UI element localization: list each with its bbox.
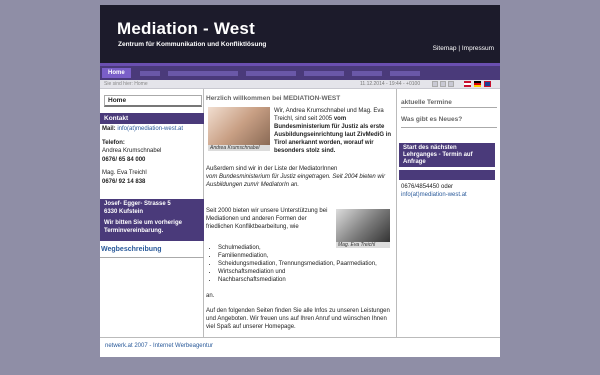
- status-bar: Sie sind hier: Home 11.12.2014 - 19:44 -…: [100, 80, 500, 89]
- list-item: Nachbarschaftsmediation: [218, 276, 398, 284]
- person1-name: Andrea Krumschnabel: [102, 148, 162, 154]
- site-header: Mediation - West Zentrum für Kommunikati…: [100, 5, 500, 63]
- main-nav: Home: [100, 63, 500, 80]
- main-content: Herzlich willkommen bei MEDIATION-WEST A…: [206, 89, 394, 337]
- sitemap-link[interactable]: Sitemap: [433, 45, 457, 52]
- breadcrumb: Sie sind hier: Home: [104, 81, 148, 87]
- left-sidebar: Home Kontakt Mail: info(at)mediation-wes…: [100, 89, 204, 337]
- mediator-list-text: Außerdem sind wir in der Liste der Media…: [206, 165, 394, 189]
- header-links: Sitemap | Impressum: [433, 45, 494, 52]
- nav-item-6[interactable]: [352, 71, 382, 76]
- list-item: Familienmediation,: [218, 252, 398, 260]
- right-sidebar: aktuelle Termine Was gibt es Neues? Star…: [396, 89, 500, 337]
- sidebar-home-link[interactable]: Home: [104, 95, 202, 107]
- photo-andrea-caption: Andrea Krumschnabel: [208, 145, 270, 151]
- person2-name: Mag. Eva Treichl: [102, 170, 147, 176]
- nav-item-2[interactable]: [140, 71, 160, 76]
- appointment-note: Wir bitten Sie um vorherige Terminverein…: [104, 220, 182, 234]
- datetime: 11.12.2014 - 19:44 - +0100: [360, 81, 421, 87]
- termine-heading: aktuelle Termine: [401, 99, 452, 106]
- news-heading: Was gibt es Neues?: [401, 116, 463, 123]
- print-icon[interactable]: [432, 81, 438, 87]
- divider: [401, 107, 497, 108]
- flag-uk-icon[interactable]: [484, 81, 491, 87]
- intro-text: Wir, Andrea Krumschnabel und Mag. Eva Tr…: [274, 107, 396, 155]
- right-phone: 0676/4854450 oder: [401, 184, 454, 190]
- mediator-list-italic: vom Bundesministerium für Justiz eingetr…: [206, 174, 386, 188]
- address-street: Josef- Egger- Strasse 5: [104, 201, 171, 207]
- page: Mediation - West Zentrum für Kommunikati…: [100, 5, 500, 357]
- directions-link[interactable]: Wegbeschreibung: [100, 245, 204, 258]
- mail-icon[interactable]: [440, 81, 446, 87]
- flag-de-icon[interactable]: [474, 81, 481, 87]
- site-subtitle: Zentrum für Kommunikation und Konfliktlö…: [118, 41, 267, 48]
- impressum-link[interactable]: Impressum: [462, 45, 494, 52]
- divider: [401, 127, 497, 128]
- person2-phone: 0676/ 92 14 838: [102, 178, 146, 185]
- closing-text: Auf den folgenden Seiten finden Sie alle…: [206, 308, 390, 330]
- mail-link[interactable]: info(at)mediation-west.at: [117, 126, 183, 132]
- header-separator: |: [458, 45, 461, 52]
- nav-item-7[interactable]: [390, 71, 420, 76]
- list-item: Wirtschaftsmediation und: [218, 268, 398, 276]
- flag-at-icon[interactable]: [464, 81, 471, 87]
- photo-eva: [336, 209, 390, 242]
- nav-item-4[interactable]: [246, 71, 296, 76]
- mail-label: Mail:: [102, 126, 116, 132]
- intro-text-plain: Wir, Andrea Krumschnabel und Mag. Eva Tr…: [274, 108, 384, 122]
- services-list: Schulmediation, Familienmediation, Schei…: [218, 244, 398, 284]
- person1-phone: 0676/ 65 84 000: [102, 156, 146, 163]
- contact-info: Mail: info(at)mediation-west.at Telefon:…: [100, 125, 204, 186]
- right-contact: 0676/4854450 oder info(at)mediation-west…: [401, 183, 497, 199]
- address-box: Josef- Egger- Strasse 5 6330 Kufstein Wi…: [100, 199, 204, 241]
- site-title[interactable]: Mediation - West: [117, 19, 255, 39]
- footer: netwerk.at 2007 - Internet Werbeagentur: [100, 337, 500, 357]
- since2000-text: Seit 2000 bieten wir unsere Unterstützun…: [206, 208, 328, 230]
- address-city: 6330 Kufstein: [104, 208, 144, 215]
- welcome-heading: Herzlich willkommen bei MEDIATION-WEST: [206, 95, 341, 102]
- nav-item-home[interactable]: Home: [102, 68, 131, 78]
- course-bar: [399, 170, 495, 180]
- list-item: Schulmediation,: [218, 244, 398, 252]
- mediator-list-plain: Außerdem sind wir in der Liste der Media…: [206, 166, 338, 172]
- list-item: Scheidungsmediation, Trennungsmediation,…: [218, 260, 398, 268]
- bookmark-icon[interactable]: [448, 81, 454, 87]
- phone-label: Telefon:: [102, 139, 125, 146]
- contact-heading: Kontakt: [100, 113, 204, 124]
- nav-item-5[interactable]: [304, 71, 344, 76]
- nav-item-3[interactable]: [168, 71, 238, 76]
- course-announcement[interactable]: Start des nächsten Lehrganges - Termin a…: [399, 143, 495, 167]
- services-suffix: an.: [206, 293, 215, 299]
- photo-andrea: [208, 107, 270, 145]
- right-mail-link[interactable]: info(at)mediation-west.at: [401, 191, 497, 199]
- footer-link[interactable]: netwerk.at 2007 - Internet Werbeagentur: [105, 343, 213, 349]
